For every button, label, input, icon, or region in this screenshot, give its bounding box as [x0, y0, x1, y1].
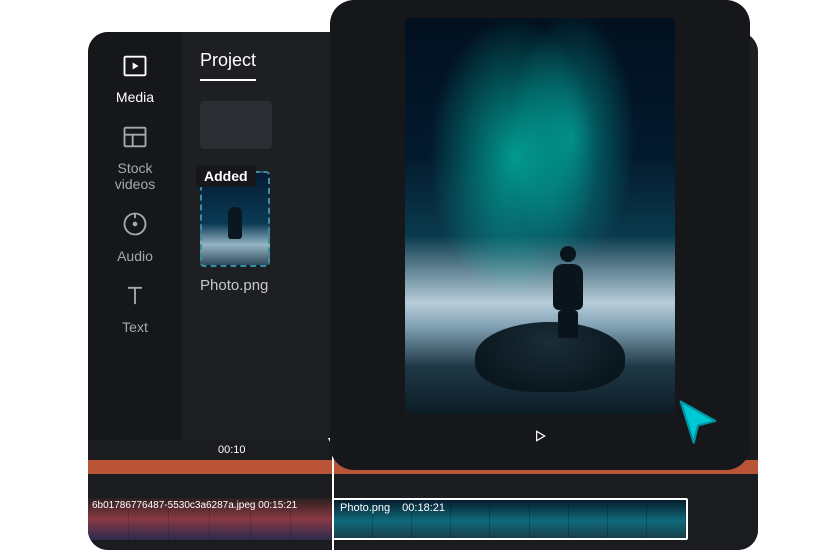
sidebar-label: Audio — [117, 248, 153, 264]
media-placeholder[interactable] — [200, 101, 272, 149]
clip-a-label: 6b01786776487-5530c3a6287a.jpeg 00:15:21 — [92, 500, 297, 511]
preview-image[interactable] — [405, 18, 675, 414]
layout-icon — [121, 123, 149, 154]
ruler-tick: 00:10 — [218, 444, 246, 456]
sidebar-item-audio[interactable]: Audio — [117, 210, 153, 263]
added-badge: Added — [196, 165, 256, 187]
play-icon — [532, 431, 548, 448]
sidebar: Media Stock videos Audio Text — [88, 32, 182, 440]
media-icon — [121, 52, 149, 83]
sidebar-label: Media — [116, 89, 154, 105]
preview-panel — [330, 0, 750, 470]
thumbnail-filename: Photo.png — [200, 277, 270, 294]
sidebar-item-stock-videos[interactable]: Stock videos — [115, 123, 155, 192]
play-button[interactable] — [532, 428, 548, 449]
text-icon — [121, 282, 149, 313]
sidebar-label: Text — [122, 319, 148, 335]
panel-tab-project[interactable]: Project — [200, 50, 256, 81]
sidebar-item-text[interactable]: Text — [121, 282, 149, 335]
timeline-clip-b[interactable]: Photo.png 00:18:21 — [332, 498, 688, 540]
clip-b-label: Photo.png 00:18:21 — [340, 502, 445, 514]
preview-person — [549, 246, 587, 338]
audio-icon — [121, 210, 149, 241]
media-thumb[interactable]: Added Photo.png — [200, 171, 270, 294]
timeline-clip-a[interactable]: 6b01786776487-5530c3a6287a.jpeg 00:15:21 — [88, 498, 332, 540]
timeline-track-video[interactable]: 6b01786776487-5530c3a6287a.jpeg 00:15:21… — [88, 498, 758, 540]
sidebar-item-media[interactable]: Media — [116, 52, 154, 105]
sidebar-label: Stock videos — [115, 160, 155, 192]
